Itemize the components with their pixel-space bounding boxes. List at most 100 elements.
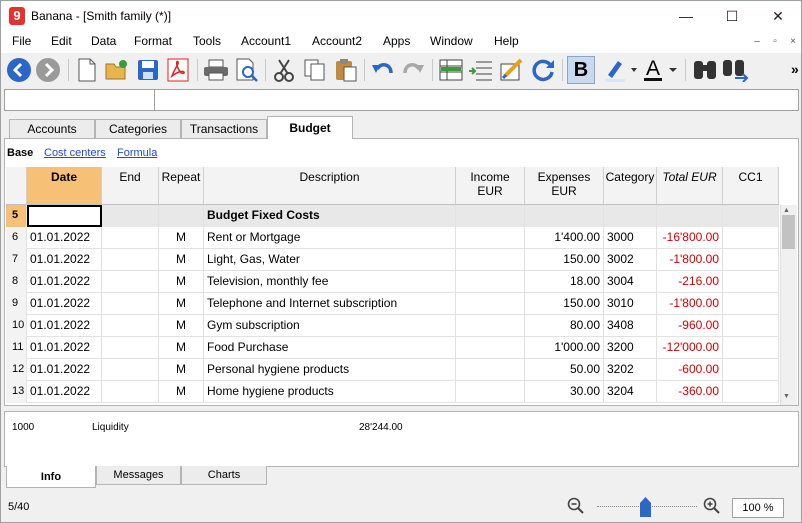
repeat-cell[interactable]: M (159, 271, 204, 293)
category-cell[interactable]: 3204 (604, 381, 657, 403)
table-row[interactable]: 11 01.01.2022 M Food Purchase 1'000.00 3… (6, 337, 779, 359)
table-row[interactable]: 13 01.01.2022 M Home hygiene products 30… (6, 381, 779, 403)
table-row[interactable]: 12 01.01.2022 M Personal hygiene product… (6, 359, 779, 381)
date-cell[interactable]: 01.01.2022 (27, 337, 102, 359)
cc1-cell[interactable] (723, 205, 779, 227)
back-icon[interactable] (5, 56, 33, 84)
column-header-income[interactable]: Income EUR (456, 167, 525, 205)
zoom-out-icon[interactable] (567, 497, 585, 518)
undo-icon[interactable] (369, 56, 397, 84)
income-cell[interactable] (456, 315, 525, 337)
cc1-cell[interactable] (723, 249, 779, 271)
menu-data[interactable]: Data (91, 34, 116, 48)
category-cell[interactable] (604, 205, 657, 227)
edit-row-icon[interactable] (498, 56, 526, 84)
total-cell[interactable]: -12'000.00 (657, 337, 723, 359)
income-cell[interactable] (456, 271, 525, 293)
end-cell[interactable] (102, 293, 159, 315)
cc1-cell[interactable] (723, 315, 779, 337)
description-cell[interactable]: Food Purchase (204, 337, 456, 359)
total-cell[interactable] (657, 205, 723, 227)
cut-icon[interactable] (270, 56, 298, 84)
cc1-cell[interactable] (723, 293, 779, 315)
category-cell[interactable]: 3010 (604, 293, 657, 315)
cc1-cell[interactable] (723, 381, 779, 403)
date-cell[interactable]: 01.01.2022 (27, 381, 102, 403)
expenses-cell[interactable]: 150.00 (525, 249, 604, 271)
find-replace-icon[interactable] (721, 56, 749, 84)
end-cell[interactable] (102, 205, 159, 227)
total-cell[interactable]: -360.00 (657, 381, 723, 403)
description-cell[interactable]: Gym subscription (204, 315, 456, 337)
pdf-icon[interactable] (164, 56, 192, 84)
table-row[interactable]: 10 01.01.2022 M Gym subscription 80.00 3… (6, 315, 779, 337)
repeat-cell[interactable]: M (159, 249, 204, 271)
column-header-description[interactable]: Description (204, 167, 456, 205)
tab-accounts[interactable]: Accounts (9, 119, 95, 138)
column-header-cc1[interactable]: CC1 (723, 167, 779, 205)
column-header-total[interactable]: Total EUR (657, 167, 723, 205)
tab-info[interactable]: Info (6, 466, 96, 488)
table-row[interactable]: 8 01.01.2022 M Television, monthly fee 1… (6, 271, 779, 293)
minimize-button[interactable]: — (663, 1, 709, 31)
date-cell[interactable]: 01.01.2022 (27, 227, 102, 249)
view-formula-link[interactable]: Formula (117, 147, 157, 159)
description-cell[interactable]: Telephone and Internet subscription (204, 293, 456, 315)
column-header-expenses[interactable]: Expenses EUR (525, 167, 604, 205)
font-color-button[interactable]: A (641, 56, 681, 84)
cc1-cell[interactable] (723, 337, 779, 359)
description-cell[interactable]: Budget Fixed Costs (204, 205, 456, 227)
scroll-up-icon[interactable]: ▲ (783, 207, 790, 214)
column-header-end[interactable]: End (102, 167, 159, 205)
insert-row-icon[interactable] (467, 56, 495, 84)
tab-budget[interactable]: Budget (267, 116, 353, 139)
income-cell[interactable] (456, 293, 525, 315)
date-cell[interactable]: 01.01.2022 (27, 249, 102, 271)
close-button[interactable]: ✕ (755, 1, 801, 31)
end-cell[interactable] (102, 315, 159, 337)
income-cell[interactable] (456, 359, 525, 381)
cc1-cell[interactable] (723, 271, 779, 293)
repeat-cell[interactable]: M (159, 381, 204, 403)
menu-apps[interactable]: Apps (383, 34, 410, 48)
description-cell[interactable]: Rent or Mortgage (204, 227, 456, 249)
menu-help[interactable]: Help (494, 34, 519, 48)
menu-format[interactable]: Format (134, 34, 172, 48)
repeat-cell[interactable]: M (159, 293, 204, 315)
menu-account1[interactable]: Account1 (241, 34, 291, 48)
description-cell[interactable]: Television, monthly fee (204, 271, 456, 293)
date-cell[interactable]: 01.01.2022 (27, 293, 102, 315)
toolbar-overflow-button[interactable]: » (791, 61, 799, 77)
open-folder-icon[interactable] (103, 56, 131, 84)
highlight-color-icon[interactable] (601, 56, 639, 84)
tab-messages[interactable]: Messages (96, 466, 181, 485)
menu-tools[interactable]: Tools (193, 34, 221, 48)
tab-transactions[interactable]: Transactions (181, 119, 267, 138)
cc1-cell[interactable] (723, 359, 779, 381)
find-icon[interactable] (691, 56, 719, 84)
end-cell[interactable] (102, 359, 159, 381)
description-cell[interactable]: Personal hygiene products (204, 359, 456, 381)
end-cell[interactable] (102, 271, 159, 293)
tab-charts[interactable]: Charts (181, 466, 267, 485)
menu-file[interactable]: File (12, 34, 31, 48)
category-cell[interactable]: 3200 (604, 337, 657, 359)
date-cell[interactable]: 01.01.2022 (27, 271, 102, 293)
total-cell[interactable]: -960.00 (657, 315, 723, 337)
column-header-category[interactable]: Category (604, 167, 657, 205)
category-cell[interactable]: 3202 (604, 359, 657, 381)
table-row[interactable]: 5 Budget Fixed Costs (6, 205, 779, 227)
income-cell[interactable] (456, 249, 525, 271)
income-cell[interactable] (456, 337, 525, 359)
category-cell[interactable]: 3002 (604, 249, 657, 271)
cell-reference-field[interactable] (5, 90, 155, 110)
table-row[interactable]: 9 01.01.2022 M Telephone and Internet su… (6, 293, 779, 315)
repeat-cell[interactable] (159, 205, 204, 227)
zoom-level[interactable]: 100 % (732, 498, 784, 518)
view-base[interactable]: Base (7, 147, 33, 159)
expenses-cell[interactable]: 80.00 (525, 315, 604, 337)
copy-icon[interactable] (301, 56, 329, 84)
expenses-cell[interactable]: 50.00 (525, 359, 604, 381)
zoom-in-icon[interactable] (703, 497, 721, 518)
income-cell[interactable] (456, 381, 525, 403)
